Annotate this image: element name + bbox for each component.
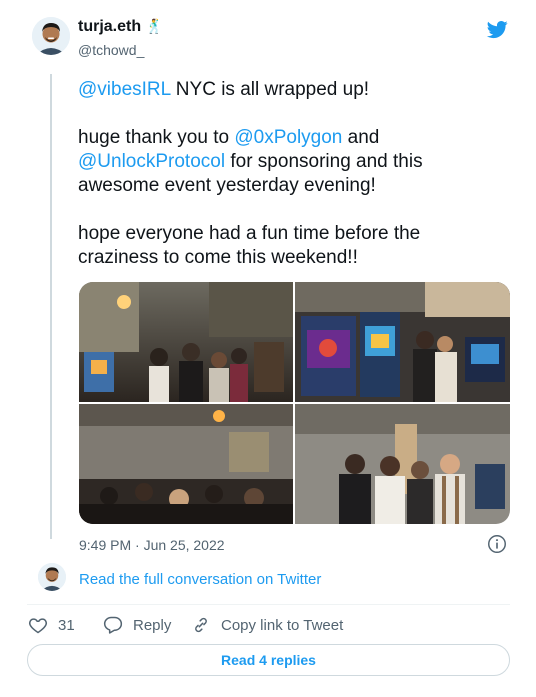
thread-line <box>50 74 52 539</box>
author-avatar[interactable] <box>32 17 70 55</box>
link-icon <box>195 617 207 633</box>
tweet-line-2: huge thank you to @0xPolygon and @Unlock… <box>78 127 423 196</box>
photo-arcade-cabinets[interactable] <box>295 282 510 402</box>
heart-icon <box>29 618 47 634</box>
author-name[interactable]: turja.eth 🕺 <box>78 18 163 36</box>
read-conversation-link[interactable]: Read the full conversation on Twitter <box>79 571 321 588</box>
conversation-avatar[interactable] <box>38 563 66 591</box>
photo-arcade-crowd[interactable] <box>79 282 293 402</box>
like-button[interactable]: 31 <box>28 614 75 636</box>
divider <box>27 604 510 605</box>
tweet-body: @vibesIRL NYC is all wrapped up! huge th… <box>78 78 498 294</box>
photo-grid <box>79 282 510 524</box>
tweet-timestamp[interactable]: 9:49 PM · Jun 25, 2022 <box>79 537 225 553</box>
mention-vibesirl[interactable]: @vibesIRL <box>78 79 171 100</box>
author-handle[interactable]: @tchowd_ <box>78 42 144 58</box>
reply-button[interactable]: Reply <box>103 614 171 636</box>
like-count: 31 <box>58 616 75 634</box>
photo-group-portrait[interactable] <box>295 404 510 524</box>
tweet-line-3: hope everyone had a fun time before the … <box>78 223 421 268</box>
reply-icon <box>103 616 123 634</box>
twitter-bird-icon[interactable] <box>485 19 510 40</box>
dancing-emoji: 🕺 <box>145 18 164 34</box>
copy-link-label: Copy link to Tweet <box>221 616 344 634</box>
reply-label: Reply <box>133 616 172 634</box>
mention-0xpolygon[interactable]: @0xPolygon <box>234 127 342 148</box>
mention-unlockprotocol[interactable]: @UnlockProtocol <box>78 151 225 172</box>
read-replies-button[interactable]: Read 4 replies <box>27 644 510 676</box>
photo-crowd-bar[interactable] <box>79 404 293 524</box>
copy-link-button[interactable]: Copy link to Tweet <box>191 614 343 636</box>
tweet-line-1: @vibesIRL NYC is all wrapped up! <box>78 79 370 100</box>
info-icon[interactable] <box>486 533 508 555</box>
